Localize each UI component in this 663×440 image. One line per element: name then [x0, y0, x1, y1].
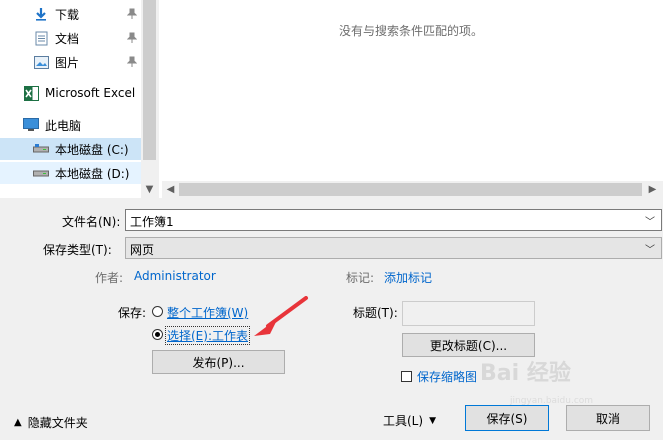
tools-dropdown[interactable]: 工具(L) ▼ [383, 412, 436, 429]
author-label: 作者: [95, 271, 124, 285]
hide-folders-toggle[interactable]: ▲ 隐藏文件夹 [14, 414, 88, 431]
change-title-button[interactable]: 更改标题(C)... [402, 333, 535, 357]
filename-label: 文件名(N): [62, 215, 121, 229]
nav-item-this-pc[interactable]: 此电脑 [0, 114, 141, 136]
nav-item-label: 下载 [55, 7, 80, 22]
save-thumbnail-label[interactable]: 保存缩略图 [417, 368, 477, 385]
selection-sheet-radio[interactable] [152, 329, 163, 340]
pin-icon[interactable] [126, 8, 138, 20]
entire-workbook-radio[interactable] [152, 306, 163, 317]
save-button[interactable]: 保存(S) [465, 405, 549, 431]
selection-sheet-label[interactable]: 选择(E):工作表 [165, 326, 250, 345]
filetype-value: 网页 [130, 243, 155, 257]
save-scope-label: 保存: [118, 306, 147, 320]
pin-icon[interactable] [126, 56, 138, 68]
nav-item-label: 图片 [55, 55, 80, 70]
filetype-dropdown[interactable]: 网页 ﹀ [125, 237, 662, 259]
cancel-button[interactable]: 取消 [566, 405, 650, 431]
drive-icon [33, 141, 49, 157]
nav-item-label: 本地磁盘 (C:) [55, 142, 129, 157]
empty-results-message: 没有与搜索条件匹配的项。 [338, 24, 483, 38]
publish-button[interactable]: 发布(P)... [152, 350, 285, 374]
picture-icon [33, 54, 49, 70]
download-arrow-icon [33, 6, 49, 22]
nav-scroll-thumb[interactable] [143, 0, 156, 160]
entire-workbook-label[interactable]: 整个工作簿(W) [167, 304, 248, 321]
chevron-down-icon: ▼ [429, 415, 436, 426]
nav-item-excel[interactable]: Microsoft Excel [0, 82, 141, 104]
scroll-right-arrow-icon[interactable]: ▶ [644, 181, 661, 198]
scroll-down-arrow-icon[interactable]: ▼ [141, 181, 158, 198]
add-tags-link[interactable]: 添加标记 [384, 269, 432, 286]
title-label: 标题(T): [353, 306, 398, 320]
chevron-up-icon: ▲ [14, 417, 22, 428]
filename-value[interactable]: 工作簿1 [130, 213, 174, 230]
nav-item-documents[interactable]: 文档 [0, 27, 141, 49]
pin-icon[interactable] [126, 32, 138, 44]
nav-item-label: 文档 [55, 31, 80, 46]
nav-item-label: Microsoft Excel [45, 86, 136, 100]
tools-label: 工具(L) [383, 414, 424, 428]
chevron-down-icon[interactable]: ﹀ [645, 241, 655, 256]
author-value[interactable]: Administrator [134, 269, 216, 283]
nav-item-label: 此电脑 [45, 118, 82, 133]
nav-item-drive-c[interactable]: 本地磁盘 (C:) [0, 138, 141, 160]
computer-icon [23, 117, 39, 133]
save-thumbnail-checkbox[interactable] [401, 371, 412, 382]
hide-folders-label: 隐藏文件夹 [27, 416, 88, 430]
nav-item-downloads[interactable]: 下载 [0, 3, 141, 25]
document-icon [33, 30, 49, 46]
nav-item-drive-d[interactable]: 本地磁盘 (D:) [0, 162, 141, 184]
chevron-down-icon[interactable]: ﹀ [645, 213, 655, 228]
scroll-left-arrow-icon[interactable]: ◀ [162, 181, 179, 198]
nav-item-pictures[interactable]: 图片 [0, 51, 141, 73]
tags-label: 标记: [346, 271, 375, 285]
nav-item-label: 本地磁盘 (D:) [55, 166, 130, 181]
drive-icon [33, 165, 49, 181]
filename-field[interactable]: 工作簿1 ﹀ [125, 209, 662, 231]
excel-icon [23, 85, 39, 101]
filetype-label: 保存类型(T): [43, 243, 112, 257]
watermark-logo: Bai 经验 [480, 361, 571, 386]
annotation-arrow-icon [254, 296, 308, 336]
horizontal-scroll-thumb[interactable] [179, 183, 642, 196]
title-field[interactable] [402, 301, 535, 326]
